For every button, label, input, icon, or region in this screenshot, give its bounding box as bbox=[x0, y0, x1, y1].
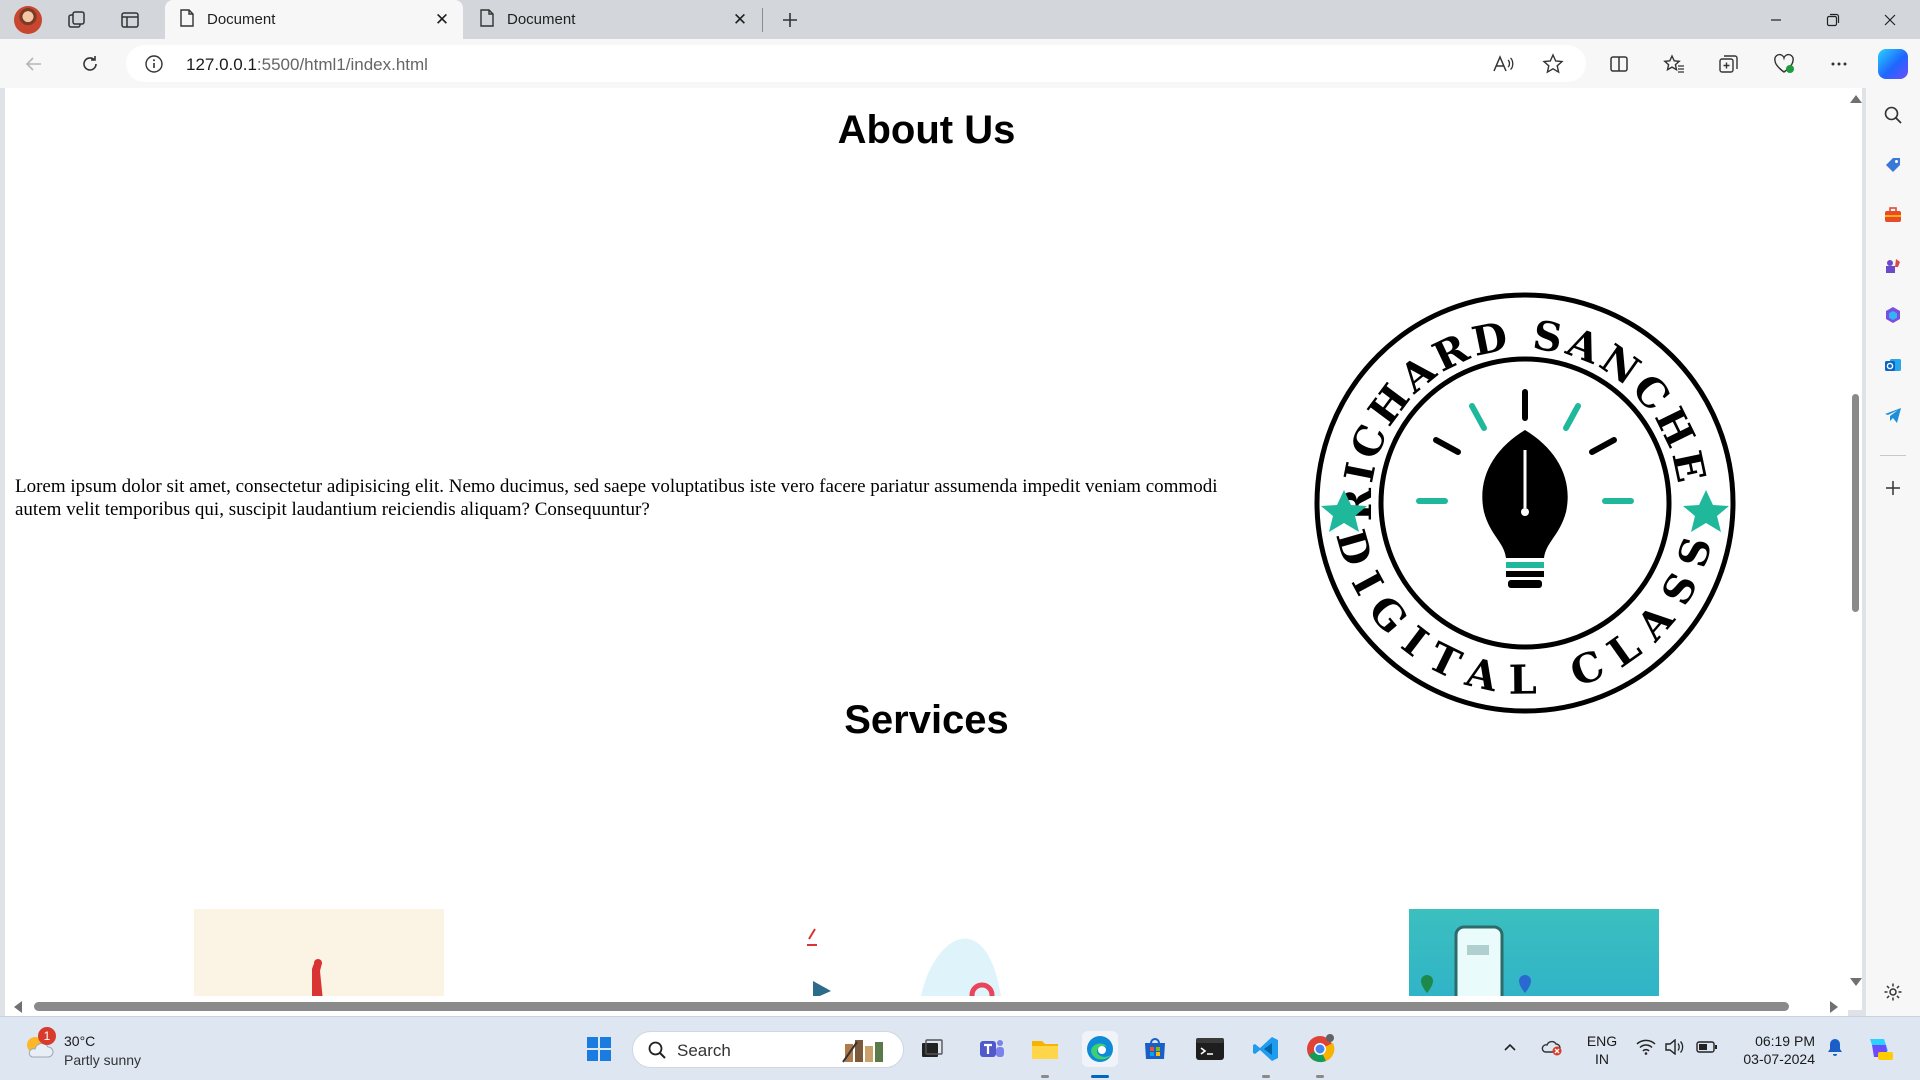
microsoft-store-icon[interactable] bbox=[1137, 1031, 1173, 1067]
taskbar-running-indicator bbox=[1041, 1075, 1049, 1078]
site-info-icon[interactable] bbox=[144, 54, 164, 79]
search-icon bbox=[647, 1040, 667, 1065]
about-paragraph: Lorem ipsum dolor sit amet, consectetur … bbox=[15, 476, 1218, 520]
tab-title: Document bbox=[207, 11, 276, 28]
address-bar[interactable]: 127.0.0.1:5500/html1/index.html bbox=[126, 45, 1586, 82]
minimize-button[interactable] bbox=[1748, 0, 1804, 39]
copilot-pre-icon[interactable] bbox=[1864, 1033, 1894, 1063]
about-heading: About Us bbox=[837, 108, 1016, 152]
document-icon bbox=[179, 8, 195, 31]
document-icon bbox=[479, 8, 495, 31]
taskbar-running-indicator bbox=[1316, 1075, 1324, 1078]
split-screen-icon[interactable] bbox=[1604, 49, 1634, 79]
url-text: 127.0.0.1:5500/html1/index.html bbox=[186, 55, 428, 74]
tab-document[interactable]: Document ✕ bbox=[465, 0, 761, 39]
scroll-down-arrow-icon[interactable] bbox=[1850, 978, 1862, 986]
tab-document-active[interactable]: Document ✕ bbox=[165, 0, 463, 39]
taskbar-search[interactable]: Search bbox=[632, 1031, 904, 1068]
close-tab-icon[interactable]: ✕ bbox=[427, 5, 457, 35]
chrome-icon[interactable] bbox=[1302, 1031, 1338, 1067]
richard-sanchez-digital-class-logo: RICHARD SANCHEZ DIGITAL CLASS bbox=[1312, 290, 1736, 714]
browser-essentials-icon[interactable] bbox=[1769, 49, 1799, 79]
shopping-tag-icon[interactable] bbox=[1878, 150, 1908, 180]
notification-bell-icon[interactable] bbox=[1826, 1037, 1844, 1057]
tab-strip: Document ✕ Document ✕ bbox=[0, 0, 1920, 39]
restore-button[interactable] bbox=[1805, 0, 1861, 39]
task-view-icon[interactable] bbox=[914, 1031, 950, 1067]
service-image-3 bbox=[1409, 909, 1659, 1010]
vscode-icon[interactable] bbox=[1248, 1031, 1284, 1067]
service-image-2 bbox=[799, 909, 1049, 1010]
scroll-right-arrow-icon[interactable] bbox=[1830, 1001, 1838, 1013]
services-heading: Services bbox=[844, 698, 1009, 742]
microsoft-365-icon[interactable] bbox=[1878, 300, 1908, 330]
browser-toolbar: 127.0.0.1:5500/html1/index.html bbox=[0, 39, 1920, 88]
system-clock[interactable]: 06:19 PM 03-07-2024 bbox=[1725, 1032, 1815, 1068]
sidebar-settings-gear-icon[interactable] bbox=[1878, 977, 1908, 1007]
weather-badge: 1 bbox=[38, 1027, 56, 1045]
search-icon[interactable] bbox=[1878, 100, 1908, 130]
terminal-icon[interactable] bbox=[1192, 1031, 1228, 1067]
battery-icon[interactable] bbox=[1696, 1040, 1718, 1054]
vertical-scroll-thumb[interactable] bbox=[1852, 394, 1859, 612]
profile-avatar[interactable] bbox=[14, 6, 42, 34]
page-viewport: About Us Lorem ipsum dolor sit amet, con… bbox=[5, 88, 1848, 1010]
edge-browser-icon[interactable] bbox=[1082, 1031, 1118, 1067]
teams-icon[interactable] bbox=[974, 1031, 1010, 1067]
back-arrow-icon[interactable] bbox=[19, 49, 49, 79]
horizontal-scrollbar[interactable] bbox=[5, 996, 1848, 1016]
vertical-scrollbar[interactable] bbox=[1848, 88, 1862, 1010]
search-label: Search bbox=[677, 1041, 731, 1060]
sidebar-divider bbox=[1880, 455, 1906, 456]
search-highlight-icon bbox=[841, 1036, 897, 1069]
service-image-1 bbox=[194, 909, 444, 1010]
collections-icon[interactable] bbox=[1714, 49, 1744, 79]
volume-icon[interactable] bbox=[1664, 1039, 1684, 1055]
wifi-icon[interactable] bbox=[1636, 1039, 1656, 1055]
edge-sidebar bbox=[1866, 88, 1920, 1016]
games-icon[interactable] bbox=[1878, 250, 1908, 280]
taskbar-running-indicator bbox=[1262, 1075, 1270, 1078]
scroll-up-arrow-icon[interactable] bbox=[1850, 95, 1862, 103]
close-tab-icon[interactable]: ✕ bbox=[725, 5, 755, 35]
weather-description[interactable]: Partly sunny bbox=[64, 1052, 141, 1068]
weather-temperature[interactable]: 30°C bbox=[64, 1033, 95, 1049]
file-explorer-icon[interactable] bbox=[1027, 1031, 1063, 1067]
onedrive-error-icon[interactable] bbox=[1541, 1037, 1563, 1057]
tab-title: Document bbox=[507, 11, 576, 28]
taskbar-active-indicator bbox=[1091, 1075, 1109, 1078]
favorite-star-icon[interactable] bbox=[1539, 50, 1567, 78]
refresh-icon[interactable] bbox=[75, 49, 105, 79]
copilot-icon[interactable] bbox=[1878, 49, 1908, 79]
favorites-icon[interactable] bbox=[1659, 49, 1689, 79]
workspaces-icon[interactable] bbox=[64, 7, 90, 33]
add-sidebar-app-icon[interactable] bbox=[1878, 473, 1908, 503]
scroll-left-arrow-icon[interactable] bbox=[14, 1001, 22, 1013]
outlook-icon[interactable] bbox=[1878, 350, 1908, 380]
tab-divider bbox=[762, 8, 763, 32]
windows-taskbar: 1 30°C Partly sunny Search ENG IN 06:19 … bbox=[0, 1016, 1920, 1080]
close-window-button[interactable] bbox=[1862, 0, 1918, 39]
language-indicator[interactable]: ENG IN bbox=[1582, 1032, 1622, 1068]
new-tab-button[interactable] bbox=[775, 5, 805, 35]
more-options-icon[interactable] bbox=[1824, 49, 1854, 79]
tools-briefcase-icon[interactable] bbox=[1878, 200, 1908, 230]
show-hidden-icons-chevron-icon[interactable] bbox=[1502, 1039, 1518, 1055]
windows-start-icon[interactable] bbox=[581, 1031, 617, 1067]
horizontal-scroll-thumb[interactable] bbox=[34, 1002, 1789, 1011]
telegram-send-icon[interactable] bbox=[1878, 400, 1908, 430]
vertical-tabs-icon[interactable] bbox=[117, 7, 143, 33]
read-aloud-icon[interactable] bbox=[1489, 50, 1517, 78]
